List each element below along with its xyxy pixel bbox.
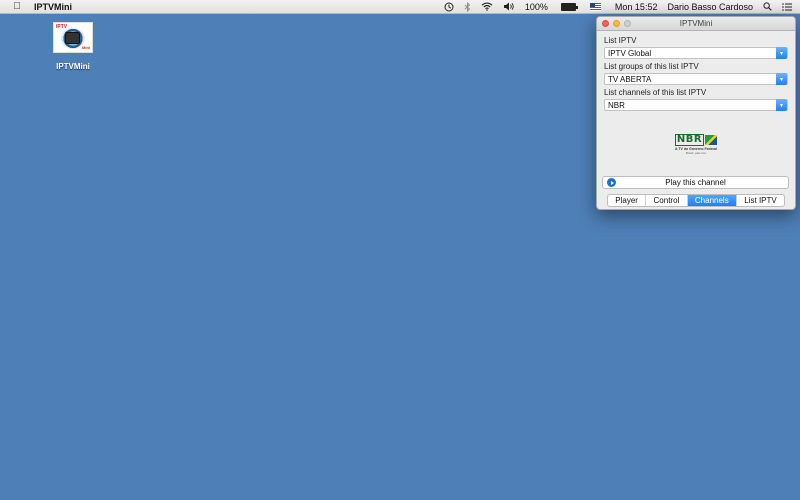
apple-icon[interactable]:  bbox=[6, 1, 28, 12]
menu-app-name[interactable]: IPTVMini bbox=[34, 2, 72, 12]
time-machine-icon[interactable] bbox=[444, 0, 454, 14]
window-content: List IPTV IPTV Global ▾ List groups of t… bbox=[597, 31, 795, 111]
tab-player[interactable]: Player bbox=[608, 195, 647, 206]
desktop-icon-label: IPTVMini bbox=[56, 62, 90, 71]
channel-logo-area: NBR A TV do Governo Federal Brasil, pais… bbox=[597, 114, 795, 174]
zoom-window-button[interactable] bbox=[624, 20, 631, 27]
logo-name: NBR bbox=[674, 133, 705, 146]
menu-bar:  IPTVMini 100% Mon 15:52 Dario Basso Ca… bbox=[0, 0, 800, 14]
channels-value: NBR bbox=[608, 100, 625, 110]
spotlight-search-icon[interactable] bbox=[763, 0, 772, 14]
menu-status-area: 100% Mon 15:52 Dario Basso Cardoso bbox=[439, 0, 800, 14]
groups-select[interactable]: TV ABERTA ▾ bbox=[604, 73, 788, 85]
iptvmini-app-icon: IPTV Mini bbox=[53, 22, 93, 53]
play-button-label: Play this channel bbox=[665, 178, 726, 187]
play-channel-button[interactable]: Play this channel bbox=[602, 176, 789, 189]
volume-icon[interactable] bbox=[503, 0, 515, 14]
wifi-icon[interactable] bbox=[481, 0, 493, 14]
menu-user-name[interactable]: Dario Basso Cardoso bbox=[667, 2, 753, 12]
list-iptv-label: List IPTV bbox=[604, 36, 637, 45]
chevron-down-icon[interactable]: ▾ bbox=[776, 73, 787, 85]
window-controls bbox=[602, 20, 631, 27]
groups-label: List groups of this list IPTV bbox=[604, 62, 699, 71]
channels-label: List channels of this list IPTV bbox=[604, 88, 707, 97]
tab-list-iptv[interactable]: List IPTV bbox=[737, 195, 784, 206]
us-flag-input-icon[interactable] bbox=[589, 0, 601, 14]
bluetooth-icon[interactable] bbox=[464, 0, 471, 14]
list-iptv-value: IPTV Global bbox=[608, 48, 652, 58]
menu-clock[interactable]: Mon 15:52 bbox=[615, 2, 658, 12]
play-icon bbox=[607, 178, 616, 187]
logo-tagline: Brasil, pais rico bbox=[685, 150, 707, 155]
tab-control[interactable]: Control bbox=[646, 195, 688, 206]
channels-select[interactable]: NBR ▾ bbox=[604, 99, 788, 111]
notification-center-icon[interactable] bbox=[782, 0, 792, 14]
bottom-tab-bar: Player Control Channels List IPTV bbox=[607, 194, 785, 207]
iptvmini-window: IPTVMini List IPTV IPTV Global ▾ List gr… bbox=[596, 16, 796, 210]
battery-percent[interactable]: 100% bbox=[525, 2, 548, 12]
window-titlebar[interactable]: IPTVMini bbox=[597, 17, 795, 31]
minimize-window-button[interactable] bbox=[613, 20, 620, 27]
close-window-button[interactable] bbox=[602, 20, 609, 27]
chevron-down-icon[interactable]: ▾ bbox=[776, 99, 787, 111]
window-title: IPTVMini bbox=[679, 19, 713, 28]
tab-channels[interactable]: Channels bbox=[687, 195, 737, 206]
nbr-channel-logo: NBR A TV do Governo Federal Brasil, pais… bbox=[674, 133, 718, 155]
battery-icon[interactable] bbox=[558, 0, 578, 14]
brazil-flag-icon bbox=[705, 134, 718, 145]
groups-value: TV ABERTA bbox=[608, 74, 652, 84]
desktop-app-icon[interactable]: IPTV Mini IPTVMini bbox=[46, 22, 100, 71]
chevron-down-icon[interactable]: ▾ bbox=[776, 47, 787, 59]
list-iptv-select[interactable]: IPTV Global ▾ bbox=[604, 47, 788, 59]
